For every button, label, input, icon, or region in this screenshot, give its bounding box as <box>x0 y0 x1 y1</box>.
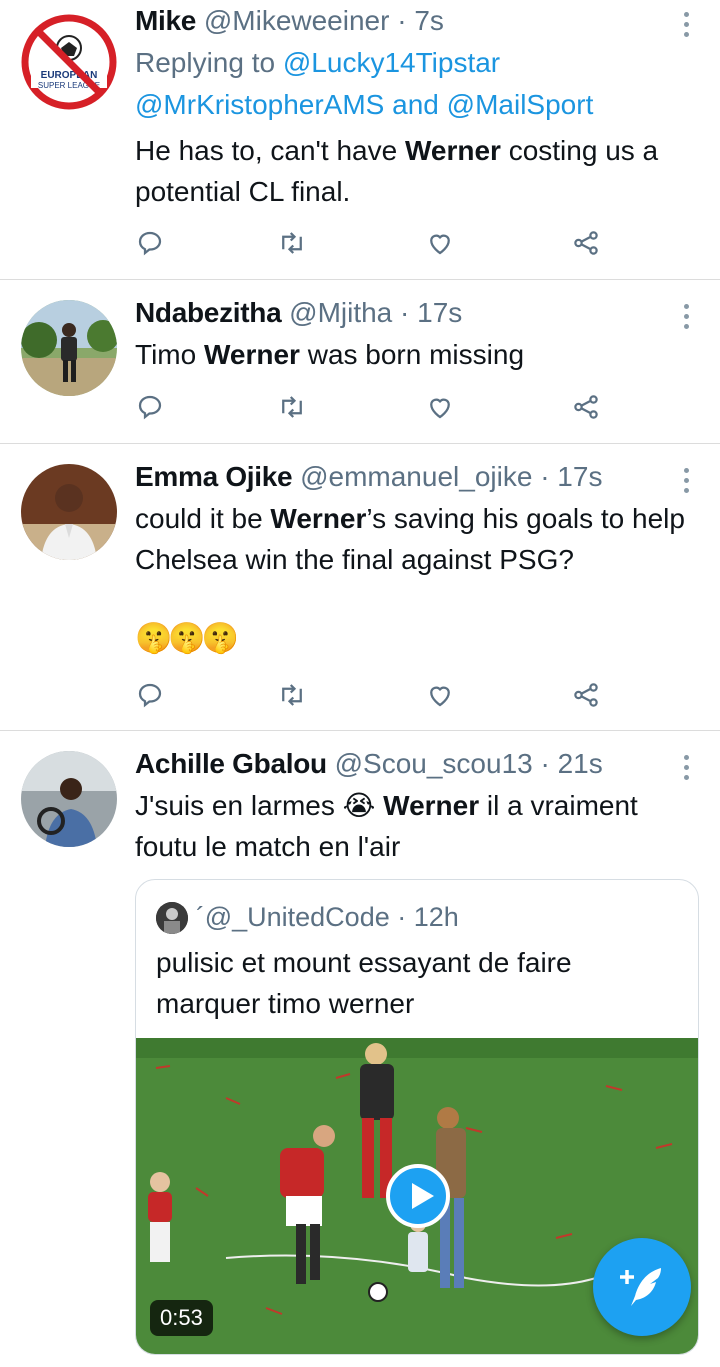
tweet-text: could it be Werner’s saving his goals to… <box>135 498 690 580</box>
more-icon[interactable] <box>684 755 692 785</box>
separator: · <box>400 297 410 328</box>
more-icon[interactable] <box>684 12 692 42</box>
text-segment: He has to, can't have <box>135 135 405 166</box>
mention-link[interactable]: @Lucky14Tipstar <box>283 47 500 78</box>
quoted-user-name: ´ <box>196 902 205 932</box>
highlighted-keyword: Werner <box>404 135 501 166</box>
mention-link-and: and <box>392 89 439 120</box>
tweet-actions <box>135 392 605 426</box>
tweet-actions <box>135 680 605 714</box>
share-icon[interactable] <box>571 228 605 262</box>
play-icon[interactable] <box>386 1164 450 1228</box>
separator: · <box>397 902 407 932</box>
timestamp[interactable]: 17s <box>417 297 462 328</box>
highlighted-keyword: Werner <box>270 503 367 534</box>
tweet-text: Timo Werner was born missing <box>135 334 690 375</box>
emoji: 😭 <box>342 790 376 821</box>
compose-tweet-button[interactable] <box>593 1238 691 1336</box>
highlighted-keyword: Werner <box>203 339 300 370</box>
separator: · <box>540 461 550 492</box>
text-segment: could it be <box>135 503 271 534</box>
text-segment: J'suis en larmes <box>135 790 343 821</box>
timestamp[interactable]: 21s <box>558 748 603 779</box>
like-icon[interactable] <box>425 228 459 262</box>
tweet[interactable]: EUROPEAN SUPER LEAGUE Mike @Mikeweeiner … <box>0 0 720 280</box>
quoted-user-handle: @_UnitedCode <box>204 902 390 932</box>
tweet[interactable]: Ndabezitha @Mjitha · 17s Timo Werner was… <box>0 280 720 444</box>
retweet-icon[interactable] <box>277 392 311 426</box>
emoji-row: 🤫🤫🤫 <box>135 622 239 655</box>
avatar[interactable] <box>21 300 117 396</box>
user-handle[interactable]: @Scou_scou13 <box>335 748 533 779</box>
separator: · <box>397 5 407 36</box>
retweet-icon[interactable] <box>277 680 311 714</box>
quoted-header: ´@_UnitedCode · 12h <box>196 900 459 934</box>
like-icon[interactable] <box>425 680 459 714</box>
text-segment: was born missing <box>299 339 525 370</box>
compose-tweet-icon <box>620 1268 661 1306</box>
tweet-text: J'suis en larmes 😭 Werner il a vraiment … <box>135 785 690 867</box>
user-handle[interactable]: @Mikeweeiner <box>204 5 390 36</box>
user-name[interactable]: Emma Ojike <box>135 461 293 492</box>
avatar[interactable] <box>21 464 117 560</box>
retweet-icon[interactable] <box>277 228 311 262</box>
share-icon[interactable] <box>571 680 605 714</box>
text-segment: Timo <box>135 339 204 370</box>
reply-icon[interactable] <box>135 392 169 426</box>
quoted-text: pulisic et mount essayant de faire marqu… <box>156 947 572 1019</box>
reply-icon[interactable] <box>135 228 169 262</box>
quoted-avatar <box>156 902 188 934</box>
reply-icon[interactable] <box>135 680 169 714</box>
share-icon[interactable] <box>571 392 605 426</box>
avatar[interactable]: EUROPEAN SUPER LEAGUE <box>21 14 117 110</box>
quoted-timestamp: 12h <box>413 902 459 932</box>
tweet-text: He has to, can't have Werner costing us … <box>135 130 690 212</box>
highlighted-keyword: Werner <box>383 790 480 821</box>
tweet-header: Achille Gbalou @Scou_scou13 · 21s <box>135 747 603 781</box>
replying-to: @MrKristopherAMS and @MailSport <box>135 84 593 126</box>
more-icon[interactable] <box>684 468 692 498</box>
user-handle[interactable]: @Mjitha <box>289 297 392 328</box>
user-name[interactable]: Achille Gbalou <box>135 748 327 779</box>
replying-to-label: Replying to <box>135 47 276 78</box>
separator: · <box>540 748 550 779</box>
timestamp[interactable]: 17s <box>557 461 602 492</box>
like-icon[interactable] <box>425 392 459 426</box>
tweet-header: Emma Ojike @emmanuel_ojike · 17s <box>135 460 602 494</box>
tweet-header: Ndabezitha @Mjitha · 17s <box>135 296 462 330</box>
replying-to: Replying to @Lucky14Tipstar <box>135 42 500 84</box>
tweet-actions <box>135 228 605 262</box>
user-name[interactable]: Ndabezitha <box>135 297 282 328</box>
video-duration: 0:53 <box>150 1300 213 1336</box>
more-icon[interactable] <box>684 304 692 334</box>
mention-link[interactable]: @MailSport <box>447 89 594 120</box>
tweet-header: Mike @Mikeweeiner · 7s <box>135 4 444 38</box>
timestamp[interactable]: 7s <box>414 5 444 36</box>
tweet[interactable]: Emma Ojike @emmanuel_ojike · 17s could i… <box>0 444 720 731</box>
mention-link[interactable]: @MrKristopherAMS <box>135 89 384 120</box>
user-handle[interactable]: @emmanuel_ojike <box>300 461 532 492</box>
user-name[interactable]: Mike <box>135 5 196 36</box>
avatar[interactable] <box>21 751 117 847</box>
